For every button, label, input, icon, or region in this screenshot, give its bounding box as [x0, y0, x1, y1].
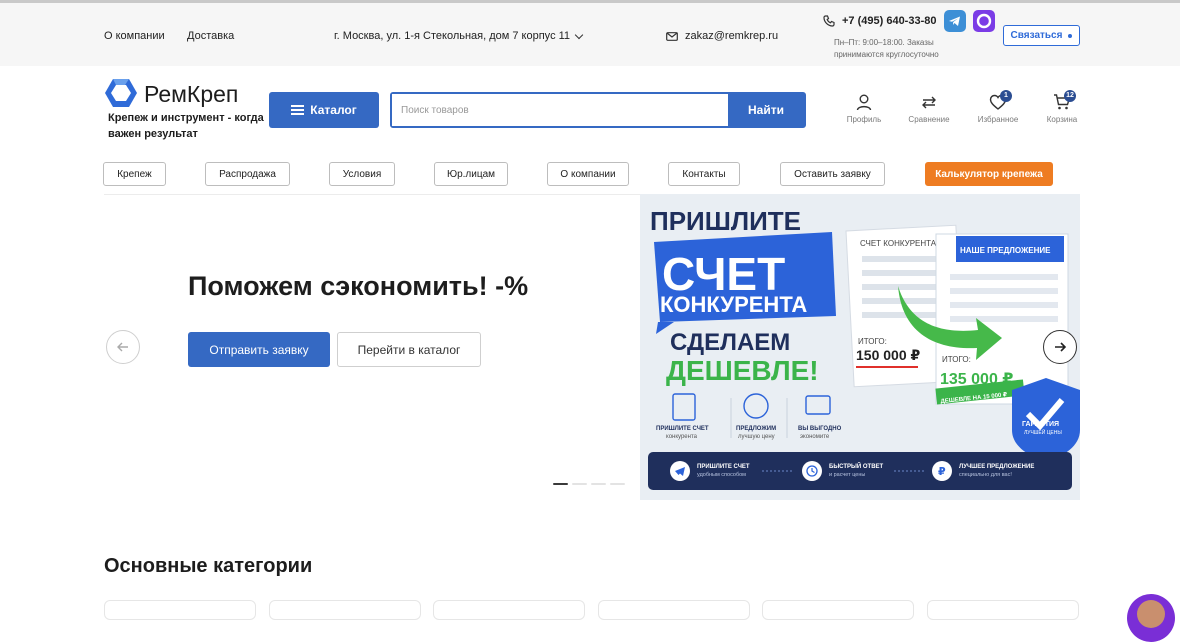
category-card[interactable]: [104, 600, 256, 620]
hero-title: Поможем сэкономить! -%: [188, 271, 529, 301]
slider-dots: [553, 483, 625, 485]
competitor-label: СЧЕТ КОНКУРЕНТА: [860, 239, 937, 248]
banner-line-5: ДЕШЕВЛЕ!: [666, 355, 819, 386]
contact-button-label: Связаться: [1010, 30, 1063, 41]
address-selector[interactable]: г. Москва, ул. 1-я Стекольная, дом 7 кор…: [334, 30, 584, 42]
send-request-button[interactable]: Отправить заявку: [188, 332, 330, 367]
email-text: zakaz@remkrep.ru: [685, 30, 779, 42]
max-icon: [976, 13, 992, 29]
category-card[interactable]: [598, 600, 750, 620]
search-input[interactable]: [392, 94, 728, 126]
feature-2-sub: лучшую цену: [738, 434, 775, 440]
slider-dot[interactable]: [553, 483, 568, 485]
feature-1-sub: конкурента: [666, 434, 698, 440]
nav-terms[interactable]: Условия: [329, 162, 395, 186]
banner-line-4: СДЕЛАЕМ: [670, 329, 790, 356]
feature-3-title: ВЫ ВЫГОДНО: [798, 426, 842, 432]
our-offer-label: НАШЕ ПРЕДЛОЖЕНИЕ: [960, 246, 1051, 255]
our-total-label: ИТОГО:: [942, 355, 971, 364]
favorites-badge: 1: [1000, 90, 1012, 102]
phone-link[interactable]: +7 (495) 640-33-80: [823, 15, 936, 27]
banner-line-3: КОНКУРЕНТА: [660, 292, 807, 317]
favorites-label: Избранное: [977, 115, 1019, 124]
logo-hexagon-icon: [105, 79, 137, 107]
work-hours: Пн–Пт: 9:00–18:00. Заказы принимаются кр…: [834, 38, 939, 59]
profile-button[interactable]: Профиль: [834, 93, 894, 124]
nav-fastener-calculator[interactable]: Калькулятор крепежа: [925, 162, 1053, 186]
favorites-button[interactable]: 1 Избранное: [968, 90, 1028, 124]
cart-button[interactable]: 12 Корзина: [1032, 90, 1092, 124]
compare-label: Сравнение: [908, 115, 950, 124]
guarantee-text: ГАРАНТИЯ: [1022, 421, 1059, 428]
feature-3-sub: экономите: [800, 434, 830, 440]
slider-dot[interactable]: [591, 483, 606, 485]
nav-legal-entities[interactable]: Юр.лицам: [434, 162, 508, 186]
slider-dot[interactable]: [610, 483, 625, 485]
search-button[interactable]: Найти: [728, 94, 804, 126]
logo-name: РемКреп: [144, 81, 239, 107]
telegram-icon: [949, 16, 960, 26]
chat-avatar-button[interactable]: [1127, 594, 1175, 642]
categories-title: Основные категории: [104, 555, 313, 577]
top-bar: О компании Доставка г. Москва, ул. 1-я С…: [0, 0, 1180, 66]
slider-dot[interactable]: [572, 483, 587, 485]
step-1-sub: удобным способом: [697, 472, 746, 478]
compare-button[interactable]: Сравнение: [899, 93, 959, 124]
category-card[interactable]: [762, 600, 914, 620]
nav-about[interactable]: О компании: [547, 162, 629, 186]
guarantee-subtext: ЛУЧШЕЙ ЦЕНЫ: [1024, 428, 1062, 436]
catalog-button-label: Каталог: [310, 103, 357, 117]
feature-1-title: ПРИШЛИТЕ СЧЕТ: [656, 426, 709, 432]
max-messenger-button[interactable]: [973, 10, 995, 32]
arrow-left-icon: [117, 342, 128, 352]
competitor-total-label: ИТОГО:: [858, 337, 887, 346]
svg-text:₽: ₽: [938, 466, 946, 478]
slider-next-button[interactable]: [1043, 330, 1077, 364]
guarantee-shield-icon: [1012, 378, 1080, 462]
catalog-button[interactable]: Каталог: [269, 92, 379, 128]
user-icon: [856, 94, 872, 111]
category-card[interactable]: [927, 600, 1079, 620]
step-2-sub: и расчет цены: [829, 472, 865, 478]
category-card[interactable]: [433, 600, 585, 620]
topbar-link-delivery[interactable]: Доставка: [187, 30, 234, 42]
compare-icon: [922, 96, 936, 109]
cart-label: Корзина: [1046, 115, 1078, 124]
phone-icon: [823, 15, 835, 27]
nav-leave-request[interactable]: Оставить заявку: [780, 162, 885, 186]
banner-line-1: ПРИШЛИТЕ: [650, 206, 801, 236]
telegram-button[interactable]: [944, 10, 966, 32]
cart-badge: 12: [1064, 90, 1076, 102]
category-card[interactable]: [269, 600, 421, 620]
go-to-catalog-button[interactable]: Перейти в каталог: [337, 332, 481, 367]
menu-icon: [291, 105, 305, 115]
chevron-down-icon: [574, 30, 584, 39]
dot-icon: [1068, 33, 1073, 38]
nav-contacts[interactable]: Контакты: [668, 162, 740, 186]
nav-fasteners[interactable]: Крепеж: [103, 162, 166, 186]
our-total: 135 000 ₽: [940, 371, 1013, 388]
address-text: г. Москва, ул. 1-я Стекольная, дом 7 кор…: [334, 30, 571, 42]
feature-2-title: ПРЕДЛОЖИМ: [736, 426, 776, 432]
contact-button[interactable]: Связаться: [1003, 25, 1080, 46]
steps-bar: ₽: [648, 452, 1072, 490]
search-bar: Найти: [390, 92, 806, 128]
topbar-link-about[interactable]: О компании: [104, 30, 165, 42]
step-3-sub: специально для вас!: [959, 472, 1012, 478]
mail-icon: [666, 31, 678, 41]
competitor-total: 150 000 ₽: [856, 347, 920, 363]
email-link[interactable]: zakaz@remkrep.ru: [666, 30, 778, 42]
step-1-title: ПРИШЛИТЕ СЧЕТ: [697, 464, 750, 470]
profile-label: Профиль: [846, 115, 882, 124]
arrow-right-icon: [1055, 342, 1067, 352]
promo-banner[interactable]: ПРИШЛИТЕ СЧЕТ КОНКУРЕНТА СДЕЛАЕМ ДЕШЕВЛЕ…: [640, 194, 1080, 500]
nav-sale[interactable]: Распродажа: [205, 162, 290, 186]
phone-text: +7 (495) 640-33-80: [842, 15, 937, 27]
strike-line: [856, 366, 918, 368]
slider-prev-button[interactable]: [106, 330, 140, 364]
step-2-title: БЫСТРЫЙ ОТВЕТ: [829, 462, 884, 470]
step-3-title: ЛУЧШЕЕ ПРЕДЛОЖЕНИЕ: [959, 464, 1034, 470]
logo-tagline: Крепеж и инструмент - когда важен резуль…: [108, 112, 264, 140]
